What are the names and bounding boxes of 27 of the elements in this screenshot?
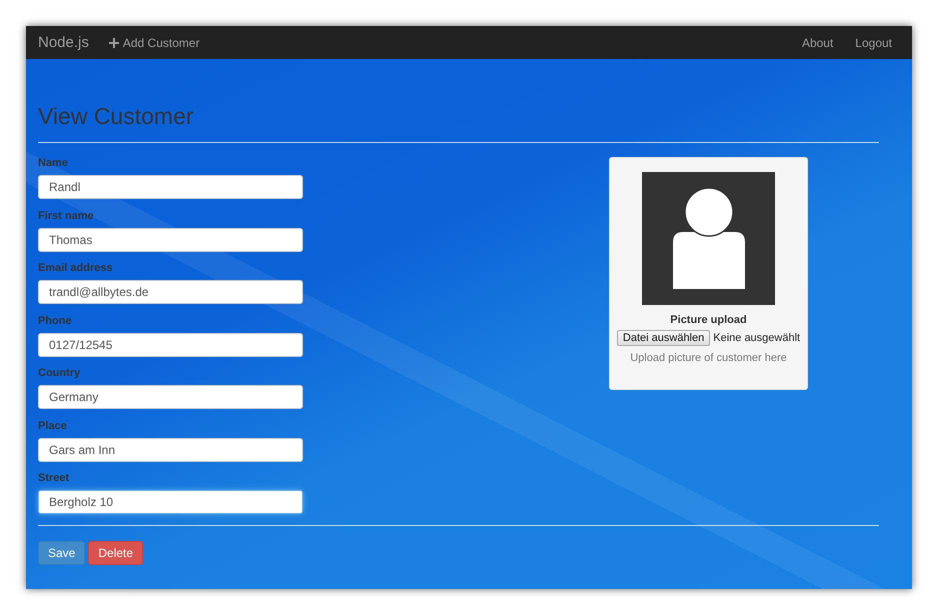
delete-button[interactable]: Delete <box>88 541 144 565</box>
help-text: Upload picture of customer here <box>630 352 787 364</box>
input-field[interactable]: Randl <box>38 175 303 199</box>
field-label: First name <box>38 210 95 222</box>
file-status: Keine ausgewählt <box>713 332 800 344</box>
input-field[interactable]: Bergholz 10 <box>38 490 303 514</box>
input-field[interactable]: Thomas <box>38 228 303 252</box>
save-button[interactable]: Save <box>38 541 86 565</box>
nav-link[interactable]: Add Customer <box>108 36 200 50</box>
plus-icon <box>108 38 119 48</box>
field-label: Name <box>38 157 69 169</box>
nav-link[interactable]: About <box>802 36 834 50</box>
page-title: View Customer <box>38 103 195 129</box>
field-label: Country <box>38 367 82 379</box>
input-field[interactable]: Gars am Inn <box>38 438 303 462</box>
field-label: Email address <box>38 262 114 274</box>
upload-label: Picture upload <box>670 314 747 326</box>
avatar-silhouette-icon <box>642 172 775 305</box>
input-field[interactable]: Germany <box>38 385 303 409</box>
field-label: Place <box>38 420 68 432</box>
choose-file-button[interactable]: Datei auswählen <box>616 330 710 346</box>
nav-link[interactable]: Logout <box>855 36 892 50</box>
field-label: Street <box>38 472 70 484</box>
field-label: Phone <box>38 314 73 326</box>
brand-link[interactable]: Node.js <box>38 34 89 51</box>
input-field[interactable]: trandl@allbytes.de <box>38 280 303 304</box>
input-field[interactable]: 0127/12545 <box>38 332 303 356</box>
